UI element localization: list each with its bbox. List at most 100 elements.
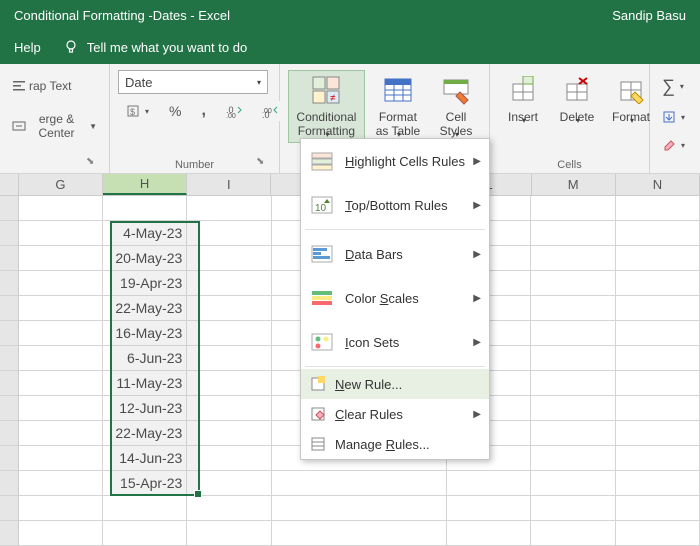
cell[interactable] xyxy=(19,421,103,446)
row-header[interactable] xyxy=(0,396,19,421)
menu-color-scales[interactable]: Color Scales ▶ xyxy=(301,276,489,320)
cell[interactable] xyxy=(531,446,615,471)
row-header[interactable] xyxy=(0,421,19,446)
dialog-launcher-icon[interactable]: ⬊ xyxy=(256,156,268,168)
cell[interactable]: 22-May-23 xyxy=(103,421,187,446)
cell[interactable] xyxy=(187,296,271,321)
row-header[interactable] xyxy=(0,296,19,321)
cell[interactable] xyxy=(19,521,103,546)
cell[interactable] xyxy=(19,471,103,496)
conditional-formatting-button[interactable]: ≠ Conditional Formatting ▾ xyxy=(288,70,365,143)
cell[interactable] xyxy=(616,371,700,396)
column-header[interactable]: G xyxy=(19,174,103,195)
cell[interactable] xyxy=(616,196,700,221)
cell[interactable] xyxy=(187,321,271,346)
select-all-corner[interactable] xyxy=(0,174,19,195)
row-header[interactable] xyxy=(0,346,19,371)
cell[interactable] xyxy=(19,446,103,471)
menu-clear-rules[interactable]: Clear Rules ▶ xyxy=(301,399,489,429)
merge-center-button[interactable]: erge & Center ▼ xyxy=(8,110,101,142)
dialog-launcher-icon[interactable]: ⬊ xyxy=(86,156,98,168)
cell[interactable] xyxy=(531,521,615,546)
cell[interactable] xyxy=(187,396,271,421)
cell[interactable]: 6-Jun-23 xyxy=(103,346,187,371)
comma-button[interactable]: , xyxy=(197,100,209,122)
cell[interactable] xyxy=(616,296,700,321)
cell[interactable] xyxy=(19,346,103,371)
cell[interactable] xyxy=(187,521,271,546)
cell[interactable] xyxy=(187,421,271,446)
row-header[interactable] xyxy=(0,321,19,346)
menu-data-bars[interactable]: Data Bars ▶ xyxy=(301,232,489,276)
cell[interactable] xyxy=(103,196,187,221)
menu-icon-sets[interactable]: Icon Sets ▶ xyxy=(301,320,489,364)
row-header[interactable] xyxy=(0,471,19,496)
cell[interactable]: 14-Jun-23 xyxy=(103,446,187,471)
column-header[interactable]: M xyxy=(532,174,616,195)
cell[interactable] xyxy=(19,371,103,396)
cell[interactable] xyxy=(19,296,103,321)
cell[interactable]: 20-May-23 xyxy=(103,246,187,271)
fill-button[interactable]: ▾ xyxy=(658,107,682,127)
row-header[interactable] xyxy=(0,521,19,546)
cell[interactable]: 12-Jun-23 xyxy=(103,396,187,421)
help-tab[interactable]: Help xyxy=(14,40,41,55)
cell[interactable] xyxy=(531,421,615,446)
cell[interactable] xyxy=(447,496,531,521)
cell[interactable] xyxy=(272,496,447,521)
format-as-table-button[interactable]: Format as Table ▾ xyxy=(369,70,427,143)
cell[interactable]: 15-Apr-23 xyxy=(103,471,187,496)
cell[interactable] xyxy=(531,371,615,396)
cell[interactable] xyxy=(272,521,447,546)
cell[interactable]: 22-May-23 xyxy=(103,296,187,321)
cell[interactable] xyxy=(447,471,531,496)
delete-button[interactable]: Delete ▾ xyxy=(552,70,602,129)
cell[interactable] xyxy=(187,246,271,271)
increase-decimal-button[interactable]: .0.00 xyxy=(222,101,246,121)
row-header[interactable] xyxy=(0,371,19,396)
cell[interactable] xyxy=(616,346,700,371)
decrease-decimal-button[interactable]: .00.0 xyxy=(258,101,282,121)
cell[interactable] xyxy=(531,296,615,321)
cell[interactable] xyxy=(616,271,700,296)
cell[interactable]: 19-Apr-23 xyxy=(103,271,187,296)
wrap-text-button[interactable]: rap Text xyxy=(8,76,101,96)
cell[interactable] xyxy=(19,196,103,221)
cell[interactable]: 4-May-23 xyxy=(103,221,187,246)
menu-manage-rules[interactable]: Manage Rules... xyxy=(301,429,489,459)
cell[interactable] xyxy=(19,496,103,521)
cell[interactable] xyxy=(187,446,271,471)
format-button[interactable]: Format ▾ xyxy=(606,70,656,129)
cell[interactable] xyxy=(616,496,700,521)
cell[interactable]: 16-May-23 xyxy=(103,321,187,346)
cell[interactable] xyxy=(531,321,615,346)
autosum-button[interactable]: ∑▾ xyxy=(658,74,682,99)
row-header[interactable] xyxy=(0,446,19,471)
cell[interactable] xyxy=(447,521,531,546)
cell[interactable] xyxy=(531,346,615,371)
cell[interactable] xyxy=(187,471,271,496)
cell[interactable] xyxy=(187,346,271,371)
cell[interactable] xyxy=(531,196,615,221)
cell[interactable] xyxy=(187,371,271,396)
column-header[interactable]: H xyxy=(103,174,187,195)
menu-highlight-cells-rules[interactable]: Highlight Cells Rules ▶ xyxy=(301,139,489,183)
cell[interactable] xyxy=(616,221,700,246)
cell[interactable] xyxy=(616,421,700,446)
cell[interactable] xyxy=(531,471,615,496)
cell-styles-button[interactable]: Cell Styles ▾ xyxy=(431,70,481,143)
cell[interactable] xyxy=(531,496,615,521)
number-format-select[interactable]: Date ▾ xyxy=(118,70,268,94)
cell[interactable] xyxy=(103,496,187,521)
insert-button[interactable]: Insert ▾ xyxy=(498,70,548,129)
cell[interactable] xyxy=(187,196,271,221)
cell[interactable] xyxy=(616,246,700,271)
cell[interactable] xyxy=(19,396,103,421)
cell[interactable] xyxy=(19,321,103,346)
cell[interactable] xyxy=(616,396,700,421)
menu-top-bottom-rules[interactable]: 10 Top/Bottom Rules ▶ xyxy=(301,183,489,227)
row-header[interactable] xyxy=(0,246,19,271)
cell[interactable] xyxy=(616,521,700,546)
cell[interactable] xyxy=(187,496,271,521)
row-header[interactable] xyxy=(0,271,19,296)
